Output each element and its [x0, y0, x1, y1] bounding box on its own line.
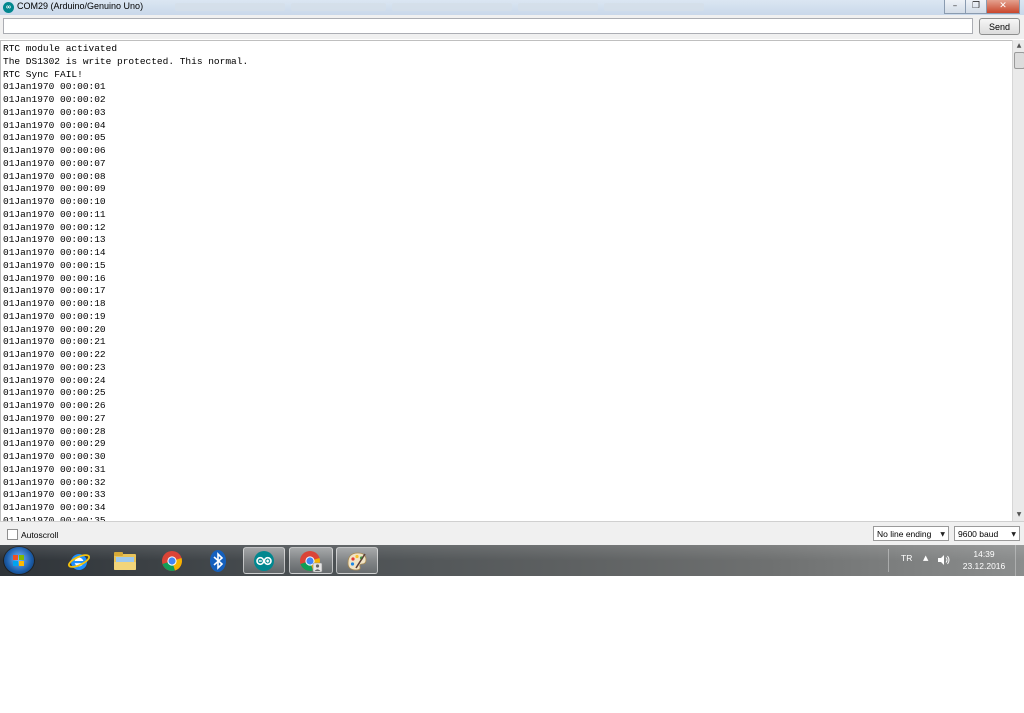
chevron-down-icon: ▼	[940, 531, 945, 538]
serial-output-line: 01Jan1970 00:00:03	[3, 106, 106, 118]
scroll-down-icon[interactable]: ▼	[1014, 510, 1024, 520]
show-desktop-button[interactable]	[1015, 545, 1024, 576]
start-button[interactable]	[4, 547, 34, 574]
serial-output-lines: RTC module activated The DS1302 is write …	[3, 43, 248, 522]
serial-output-line: 01Jan1970 00:00:14	[3, 247, 106, 258]
serial-output-line: 01Jan1970 00:00:30	[3, 451, 106, 462]
serial-output-area[interactable]: RTC module activated The DS1302 is write …	[0, 40, 1012, 522]
arduino-icon[interactable]	[243, 547, 285, 574]
serial-output-line: The DS1302 is write protected. This norm…	[3, 55, 249, 67]
language-indicator[interactable]: TR	[901, 553, 912, 563]
serial-output-line: 01Jan1970 00:00:25	[3, 387, 106, 399]
windows-taskbar: TR ▲	[0, 545, 1024, 576]
serial-send-input[interactable]	[3, 18, 973, 34]
serial-output-line: 01Jan1970 00:00:17	[3, 285, 106, 297]
baud-rate-select[interactable]: 9600 baud ▼	[954, 526, 1020, 541]
autoscroll-label: Autoscroll	[21, 529, 59, 540]
serial-output-line: 01Jan1970 00:00:07	[3, 157, 106, 169]
serial-output-line: 01Jan1970 00:00:10	[3, 196, 106, 207]
serial-output-line: 01Jan1970 00:00:11	[3, 208, 106, 220]
internet-explorer-icon[interactable]	[60, 547, 98, 574]
autoscroll-checkbox[interactable]	[7, 529, 18, 540]
serial-output-line: 01Jan1970 00:00:18	[3, 298, 106, 309]
serial-output-line: 01Jan1970 00:00:12	[3, 221, 106, 233]
baud-rate-value: 9600 baud	[958, 529, 999, 539]
chrome-user-icon[interactable]	[289, 547, 333, 574]
serial-output-line: 01Jan1970 00:00:23	[3, 361, 106, 373]
line-ending-value: No line ending	[877, 529, 932, 539]
serial-monitor-footer: Autoscroll No line ending ▼ 9600 baud ▼	[0, 521, 1024, 546]
serial-output-line: 01Jan1970 00:00:21	[3, 336, 106, 348]
serial-output-line: 01Jan1970 00:00:27	[3, 412, 106, 424]
chevron-down-icon: ▼	[1011, 531, 1016, 538]
serial-output-line: 01Jan1970 00:00:04	[3, 119, 106, 131]
arduino-app-icon: ∞	[3, 2, 14, 13]
serial-output-line: 01Jan1970 00:00:06	[3, 145, 106, 156]
scrollbar-thumb[interactable]	[1014, 52, 1024, 69]
line-ending-select[interactable]: No line ending ▼	[873, 526, 949, 541]
serial-output-line: 01Jan1970 00:00:22	[3, 349, 106, 360]
close-icon[interactable]: ✕	[986, 0, 1020, 14]
bluetooth-icon[interactable]	[199, 547, 237, 574]
show-hidden-icons-icon[interactable]: ▲	[923, 554, 928, 562]
volume-icon[interactable]	[937, 554, 950, 566]
window-title-bar[interactable]: ∞ COM29 (Arduino/Genuino Uno) – ❐ ✕	[0, 0, 1024, 16]
serial-output-line: 01Jan1970 00:00:29	[3, 438, 106, 450]
window-title: COM29 (Arduino/Genuino Uno)	[17, 1, 144, 11]
serial-output-line: 01Jan1970 00:00:09	[3, 183, 106, 195]
minimize-icon[interactable]: –	[944, 0, 966, 14]
scroll-up-icon[interactable]: ▲	[1014, 41, 1024, 51]
chrome-icon[interactable]	[153, 547, 191, 574]
serial-output-line: RTC Sync FAIL!	[3, 68, 83, 80]
serial-output-line: 01Jan1970 00:00:32	[3, 476, 106, 488]
serial-output-line: 01Jan1970 00:00:16	[3, 272, 106, 284]
autoscroll-toggle[interactable]: Autoscroll	[7, 529, 58, 540]
serial-output-line: 01Jan1970 00:00:28	[3, 425, 106, 437]
serial-output-line: 01Jan1970 00:00:15	[3, 259, 106, 271]
serial-output-line: 01Jan1970 00:00:13	[3, 234, 106, 246]
serial-output-line: 01Jan1970 00:00:19	[3, 310, 106, 322]
clock-time: 14:39	[973, 549, 995, 559]
send-bar: Send	[0, 15, 1024, 39]
serial-output-line: 01Jan1970 00:00:08	[3, 170, 106, 182]
serial-output-line: 01Jan1970 00:00:01	[3, 81, 106, 93]
background-window-ghosting	[175, 3, 704, 11]
serial-output-line: 01Jan1970 00:00:05	[3, 132, 106, 144]
paint-icon[interactable]	[336, 547, 378, 574]
send-button[interactable]: Send	[979, 18, 1020, 35]
maximize-icon[interactable]: ❐	[965, 0, 987, 14]
clock-date: 23.12.2016	[962, 561, 1006, 571]
serial-output-line: 01Jan1970 00:00:34	[3, 502, 106, 513]
serial-output-line: 01Jan1970 00:00:20	[3, 323, 106, 335]
windows-logo-icon	[13, 555, 25, 566]
vertical-scrollbar[interactable]: ▲ ▼	[1012, 40, 1024, 521]
serial-output-line: 01Jan1970 00:00:26	[3, 400, 106, 411]
taskbar-clock[interactable]: 14:39 23.12.2016	[958, 548, 1010, 572]
serial-output-line: 01Jan1970 00:00:31	[3, 463, 106, 475]
serial-output-line: 01Jan1970 00:00:33	[3, 489, 106, 501]
serial-output-line: 01Jan1970 00:00:02	[3, 94, 106, 105]
serial-output-line: RTC module activated	[3, 43, 118, 54]
serial-output-line: 01Jan1970 00:00:24	[3, 374, 106, 386]
file-explorer-icon[interactable]	[106, 547, 144, 574]
